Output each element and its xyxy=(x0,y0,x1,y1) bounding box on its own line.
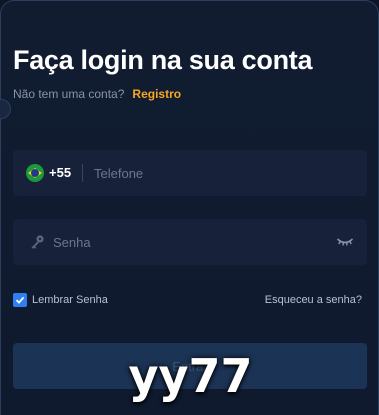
check-icon xyxy=(15,296,25,304)
register-prompt: Não tem uma conta? Registro xyxy=(13,87,181,101)
register-prompt-text: Não tem uma conta? xyxy=(13,87,125,101)
key-icon xyxy=(31,235,44,249)
login-button-label: Entrar xyxy=(172,358,208,374)
login-card: Faça login na sua conta Não tem uma cont… xyxy=(0,0,379,415)
login-button[interactable]: Entrar xyxy=(13,343,367,389)
remember-checkbox[interactable]: Lembrar Senha xyxy=(13,293,108,307)
password-field[interactable] xyxy=(13,219,367,265)
password-input[interactable] xyxy=(53,219,323,265)
phone-input[interactable] xyxy=(94,150,354,196)
checkbox-icon[interactable] xyxy=(13,293,27,307)
divider xyxy=(82,164,83,182)
eye-closed-icon[interactable] xyxy=(336,236,354,248)
country-code[interactable]: +55 xyxy=(49,165,71,180)
forgot-password-link[interactable]: Esqueceu a senha? xyxy=(265,294,362,306)
remember-label: Lembrar Senha xyxy=(32,294,108,306)
side-handle xyxy=(0,99,11,119)
brazil-flag-icon[interactable] xyxy=(26,164,44,182)
phone-field[interactable]: +55 xyxy=(13,150,367,196)
register-link[interactable]: Registro xyxy=(132,87,181,101)
page-title: Faça login na sua conta xyxy=(13,45,313,75)
